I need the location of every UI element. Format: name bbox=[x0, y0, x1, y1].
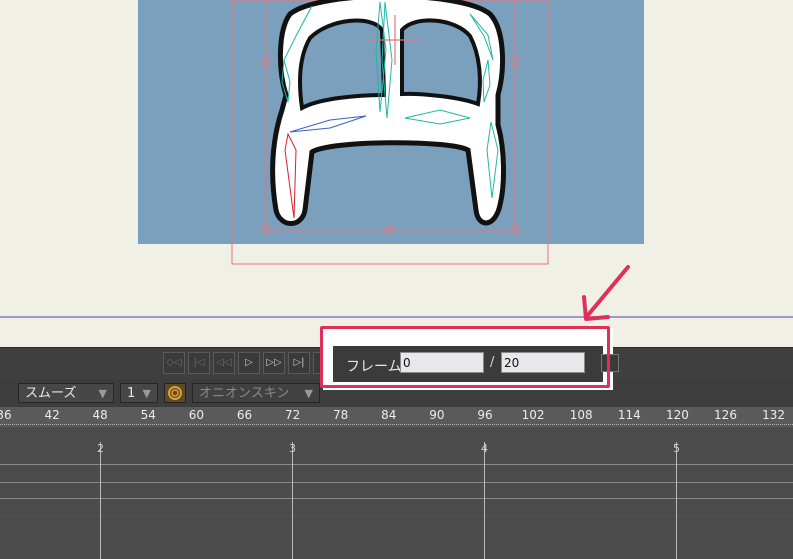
second-marker-line bbox=[676, 442, 677, 559]
ruler-tick-label: 36 bbox=[0, 408, 12, 422]
ruler-tick-label: 78 bbox=[333, 408, 349, 422]
rewind-icon[interactable]: ◁◁ bbox=[213, 352, 235, 374]
ruler-tick-label: 72 bbox=[284, 408, 301, 422]
ruler-tick-label: 102 bbox=[521, 408, 545, 422]
chevron-down-icon: ▼ bbox=[304, 387, 313, 400]
interpolation-value: スムーズ bbox=[25, 386, 77, 401]
step-value: 1 bbox=[127, 386, 136, 401]
interpolation-select[interactable]: スムーズ ▼ bbox=[18, 383, 114, 403]
ruler-tick-label: 48 bbox=[92, 408, 108, 422]
ruler-dots bbox=[0, 424, 793, 425]
second-marker-line bbox=[292, 442, 293, 559]
ruler-tick-label: 66 bbox=[236, 408, 253, 422]
second-marker-label: 3 bbox=[289, 442, 296, 455]
second-marker-label: 4 bbox=[481, 442, 488, 455]
prev-key-icon[interactable]: |◁ bbox=[188, 352, 210, 374]
track-line-active bbox=[0, 515, 793, 516]
ruler-tick-label: 84 bbox=[381, 408, 397, 422]
character-hole-left bbox=[298, 18, 387, 112]
fast-forward-icon[interactable]: ▷▷ bbox=[263, 352, 285, 374]
ruler-tick-label: 126 bbox=[714, 408, 737, 422]
goto-start-icon[interactable]: ◇◁ bbox=[163, 352, 185, 374]
ruler-tick-label: 114 bbox=[617, 408, 641, 422]
second-marker-label: 2 bbox=[97, 442, 104, 455]
step-select[interactable]: 1 ▼ bbox=[120, 383, 158, 403]
play-icon[interactable]: ▷ bbox=[238, 352, 260, 374]
ruler-tick-label: 96 bbox=[477, 408, 493, 422]
second-marker-line bbox=[100, 442, 101, 559]
canvas-separator bbox=[0, 316, 793, 318]
character-hole-right bbox=[400, 18, 482, 107]
onion-icon bbox=[168, 386, 182, 400]
ruler-tick-label: 132 bbox=[762, 408, 786, 422]
second-marker-label: 5 bbox=[673, 442, 680, 455]
ruler-tick-label: 108 bbox=[569, 408, 593, 422]
onion-skin-toggle[interactable] bbox=[164, 383, 186, 403]
track-line bbox=[0, 498, 793, 499]
highlight-box bbox=[320, 326, 610, 388]
track-line bbox=[0, 482, 793, 483]
next-key-icon[interactable]: ▷| bbox=[288, 352, 310, 374]
onion-skin-value: オニオンスキン bbox=[199, 386, 290, 401]
ruler-tick-label: 60 bbox=[188, 408, 205, 422]
ruler-tick-label: 54 bbox=[140, 408, 156, 422]
callout-arrow-icon bbox=[582, 265, 630, 321]
character-artwork[interactable] bbox=[0, 0, 793, 320]
onion-skin-select[interactable]: オニオンスキン ▼ bbox=[192, 383, 320, 403]
second-marker-line bbox=[484, 442, 485, 559]
ruler-tick-label: 90 bbox=[429, 408, 445, 422]
ruler-tick-label: 120 bbox=[665, 408, 689, 422]
chevron-down-icon: ▼ bbox=[142, 387, 151, 400]
chevron-down-icon: ▼ bbox=[98, 387, 107, 400]
ruler-tick-label: 42 bbox=[44, 408, 60, 422]
track-line bbox=[0, 464, 793, 465]
